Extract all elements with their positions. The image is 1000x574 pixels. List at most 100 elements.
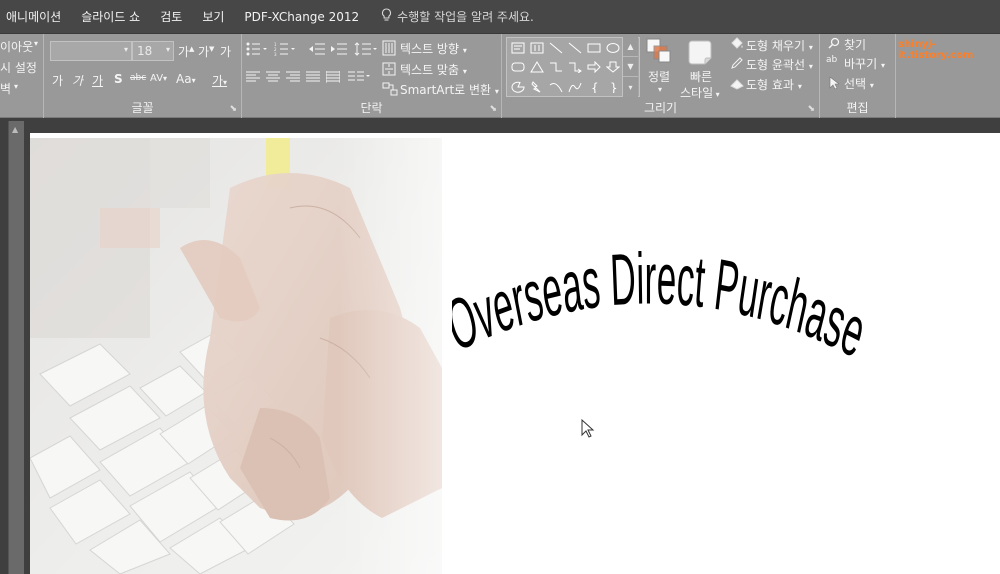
tab-slide-show[interactable]: 슬라이드 쇼 (81, 8, 140, 25)
quick-styles-icon (688, 38, 716, 69)
scroll-down-icon[interactable]: ▼ (623, 57, 638, 77)
replace-button[interactable]: 바꾸기 ▾ (844, 55, 885, 72)
smartart-button[interactable]: SmartArt로 변환 ▾ (400, 81, 499, 98)
tell-me-text: 수행할 작업을 알려 주세요. (397, 10, 534, 24)
tell-me-box[interactable]: 수행할 작업을 알려 주세요. (381, 8, 534, 25)
svg-text:3: 3 (274, 52, 277, 56)
slide-canvas[interactable]: Overseas Direct Purchase (30, 133, 1000, 574)
shrink-font-button[interactable]: 가▼ (198, 43, 214, 60)
paint-bucket-icon (730, 37, 744, 53)
font-color-button[interactable]: 가▾ (212, 72, 227, 89)
shapes-gallery[interactable]: { } (506, 37, 640, 97)
gallery-more-icon[interactable]: ▾ (623, 77, 638, 97)
text-shadow-button[interactable]: S (114, 72, 123, 86)
strikethrough-button[interactable]: abc (130, 73, 146, 83)
wordart-text-box[interactable]: Overseas Direct Purchase (452, 251, 872, 401)
clear-format-button[interactable]: 가 (220, 43, 231, 60)
slide-editing-area: ▲ verseas Direct Purchas (0, 118, 1000, 574)
distributed-icon[interactable] (325, 71, 341, 86)
quick-styles-label-1[interactable]: 빠른 (690, 68, 712, 85)
dialog-launcher-icon[interactable]: ⬊ (807, 104, 815, 114)
align-left-icon[interactable] (246, 71, 260, 86)
ruler-indent-icon: ▲ (12, 125, 19, 134)
oval-icon[interactable] (604, 39, 622, 57)
char-spacing-button[interactable]: AV▾ (150, 73, 167, 84)
paragraph-group-label: 단락 (360, 101, 383, 115)
right-arrow-icon[interactable] (585, 58, 603, 76)
shape-effects-icon (730, 77, 744, 93)
italic-button[interactable]: 가 (72, 72, 83, 89)
shape-effects-button[interactable]: 도형 효과 ▾ (746, 76, 802, 93)
select-button[interactable]: 선택 ▾ (844, 75, 874, 92)
shape-effects-label: 도형 효과 (746, 78, 794, 92)
drawing-group-label: 그리기 (643, 101, 678, 115)
layout-button[interactable]: 이아웃 (0, 38, 33, 55)
change-case-label: Aa (176, 72, 192, 86)
strikethrough-label: abc (130, 73, 147, 83)
select-label: 선택 (844, 77, 867, 91)
shape-fill-button[interactable]: 도형 채우기 ▾ (746, 37, 813, 54)
dialog-launcher-icon[interactable]: ⬊ (229, 104, 237, 114)
vertical-text-box-icon[interactable] (528, 39, 546, 57)
right-brace-icon[interactable]: } (604, 78, 622, 96)
find-button[interactable]: 찾기 (844, 36, 866, 53)
bold-button[interactable]: 가 (52, 72, 63, 89)
curve-icon[interactable] (547, 78, 565, 96)
font-size-combo[interactable]: 18 ▾ (132, 41, 174, 61)
grow-font-button[interactable]: 가▲ (178, 43, 194, 60)
numbering-icon[interactable]: 123 (274, 42, 296, 59)
text-box-icon[interactable] (509, 39, 527, 57)
wordart-text[interactable]: Overseas Direct Purchase (452, 251, 872, 373)
down-arrow-icon[interactable] (604, 58, 622, 76)
change-case-button[interactable]: Aa▾ (176, 72, 196, 86)
pie-icon[interactable] (509, 78, 527, 96)
text-direction-button[interactable]: 텍스트 방향 ▾ (400, 40, 467, 57)
blog-watermark: shinyj-it.tistory.com (898, 39, 974, 61)
vertical-ruler[interactable]: ▲ (8, 121, 24, 574)
underline-button[interactable]: 가 (92, 72, 103, 89)
line-icon[interactable] (547, 39, 565, 57)
paragraph-group: 123 텍스트 방향 ▾ 텍스트 맞춤 ▾ SmartArt로 변환 ▾ 단락 … (242, 34, 502, 118)
align-right-icon[interactable] (286, 71, 300, 86)
increase-indent-icon[interactable] (330, 42, 348, 59)
lightbulb-icon (381, 8, 392, 25)
decrease-indent-icon[interactable] (308, 42, 326, 59)
columns-icon[interactable] (348, 70, 372, 87)
arrange-button[interactable]: 정렬 (648, 68, 670, 85)
scroll-up-icon[interactable]: ▲ (623, 37, 638, 57)
triangle-icon[interactable] (528, 58, 546, 76)
font-color-label: 가 (212, 74, 224, 88)
section-button[interactable]: 벽 (0, 80, 11, 97)
justify-icon[interactable] (306, 71, 320, 86)
left-brace-icon[interactable]: { (585, 78, 603, 96)
rectangle-icon[interactable] (585, 39, 603, 57)
svg-text:{: { (591, 81, 599, 93)
replace-icon: ab (826, 55, 838, 65)
chevron-down-icon: ▾ (123, 45, 128, 54)
bullets-icon[interactable] (246, 42, 268, 59)
tab-view[interactable]: 보기 (202, 8, 224, 25)
tab-review[interactable]: 검토 (160, 8, 182, 25)
editing-group: 찾기 ab 바꾸기 ▾ 선택 ▾ 편집 (820, 34, 896, 118)
text-shadow-label: S (114, 72, 123, 86)
shape-outline-button[interactable]: 도형 윤곽선 ▾ (746, 56, 813, 73)
font-name-combo[interactable]: ▾ (50, 41, 132, 61)
tab-animations[interactable]: 애니메이션 (6, 8, 61, 25)
rounded-rect-icon[interactable] (509, 58, 527, 76)
reset-button[interactable]: 시 설정 (0, 59, 37, 76)
arrow-line-icon[interactable] (566, 39, 584, 57)
elbow-arrow-connector-icon[interactable] (566, 58, 584, 76)
elbow-connector-icon[interactable] (547, 58, 565, 76)
mouse-cursor-icon (581, 419, 595, 438)
align-center-icon[interactable] (266, 71, 280, 86)
shapes-gallery-scroll[interactable]: ▲ ▼ ▾ (622, 37, 638, 97)
dialog-launcher-icon[interactable]: ⬊ (489, 104, 497, 114)
keyboard-photo[interactable] (30, 138, 442, 574)
freeform-curve-icon[interactable] (566, 78, 584, 96)
char-spacing-label: AV (150, 73, 164, 84)
font-group-label: 글꼴 (131, 101, 154, 115)
tab-pdf-xchange[interactable]: PDF-XChange 2012 (244, 10, 359, 24)
line-spacing-icon[interactable] (354, 42, 378, 59)
align-text-button[interactable]: 텍스트 맞춤 ▾ (400, 61, 467, 78)
lightning-icon[interactable] (528, 78, 546, 96)
